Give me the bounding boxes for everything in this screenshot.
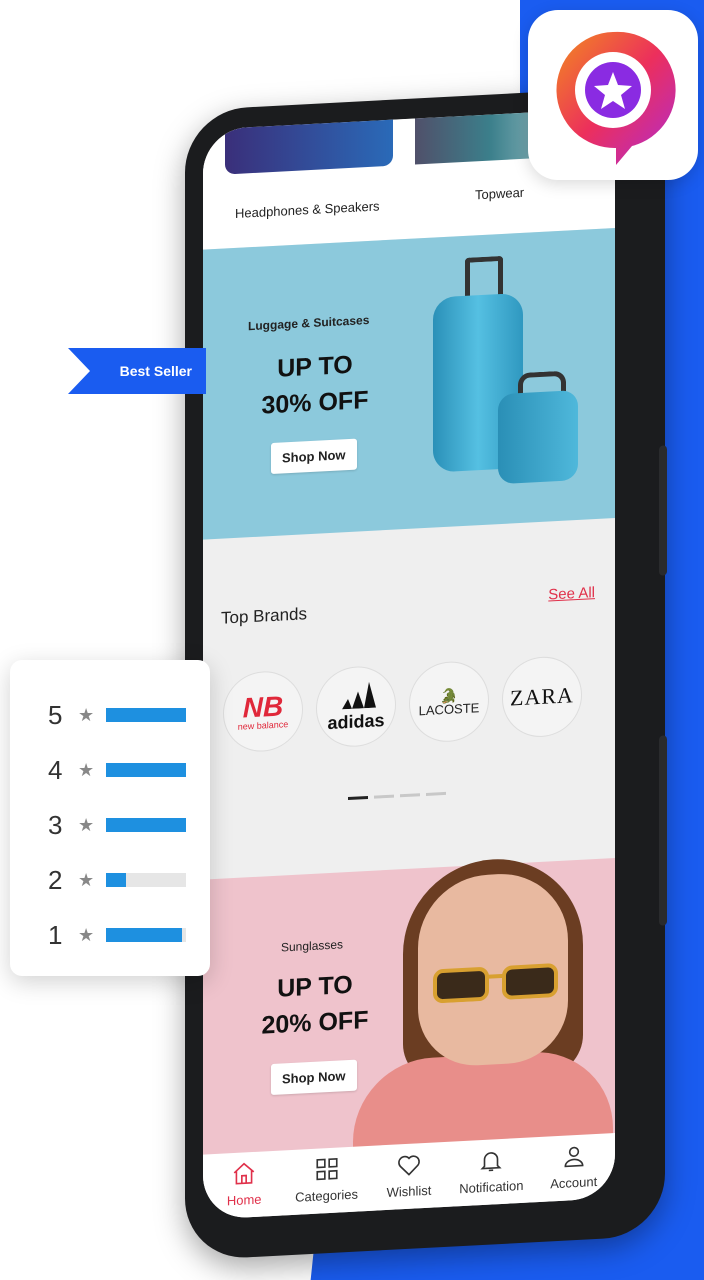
shop-now-button[interactable]: Shop Now	[271, 1059, 357, 1096]
rating-bar	[106, 873, 186, 887]
tab-account[interactable]: Account	[534, 1141, 614, 1192]
star-icon: ★	[78, 869, 95, 890]
brand-label-new-balance: new balance	[237, 718, 289, 732]
category-label-topwear[interactable]: Topwear	[475, 185, 524, 203]
rating-number: 4	[48, 754, 63, 785]
luggage-banner[interactable]: Luggage & Suitcases UP TO 30% OFF Shop N…	[203, 228, 615, 540]
brand-label-lacoste: LACOSTE	[418, 699, 480, 718]
rating-fill	[106, 818, 186, 832]
brand-zara[interactable]: ZARA	[502, 654, 582, 739]
rating-fill	[106, 708, 186, 722]
rating-bar	[106, 763, 186, 777]
tab-label: Home	[226, 1191, 262, 1209]
phone-frame: Headphones & Speakers Topwear Luggage & …	[185, 85, 667, 1261]
banner-headline: UP TO 20% OFF	[240, 965, 390, 1045]
tab-label: Categories	[295, 1186, 359, 1205]
rating-row: 5 ★	[48, 695, 186, 735]
headline-line2: 30% OFF	[261, 385, 369, 420]
banner-subtitle: Sunglasses	[281, 937, 344, 955]
carousel-indicator	[348, 791, 446, 801]
tab-home[interactable]: Home	[204, 1158, 284, 1209]
banner-subtitle: Luggage & Suitcases	[248, 312, 370, 334]
star-icon: ★	[78, 704, 95, 725]
sunglasses-banner[interactable]: Sunglasses UP TO 20% OFF Shop Now	[203, 854, 615, 1182]
tab-label: Notification	[459, 1177, 524, 1197]
rating-bar	[106, 818, 186, 832]
brand-lacoste[interactable]: 🐊 LACOSTE	[409, 659, 489, 744]
rating-row: 2 ★	[48, 860, 186, 900]
rating-fill	[106, 928, 182, 942]
category-image-headphones[interactable]	[225, 109, 393, 175]
rating-row: 4 ★	[48, 750, 186, 790]
app-icon[interactable]	[528, 10, 698, 180]
grid-icon	[316, 1158, 338, 1181]
bell-icon	[480, 1152, 502, 1172]
rating-number: 5	[48, 699, 63, 730]
carousel-dot[interactable]	[348, 795, 368, 801]
sunglasses-image	[433, 963, 558, 1004]
star-icon: ★	[78, 814, 95, 835]
bag-image	[498, 389, 578, 485]
new-balance-logo: NB	[242, 689, 284, 724]
carousel-dot[interactable]	[426, 791, 446, 796]
home-icon	[233, 1162, 255, 1185]
banner-headline: UP TO 30% OFF	[240, 345, 390, 425]
top-brands-title: Top Brands	[221, 604, 307, 628]
rating-number: 1	[48, 919, 63, 950]
best-seller-tag: Best Seller	[68, 348, 206, 394]
rating-row: 1 ★	[48, 915, 186, 955]
side-button	[659, 445, 667, 576]
brand-new-balance[interactable]: NB new balance	[223, 669, 303, 754]
app-screen: Headphones & Speakers Topwear Luggage & …	[203, 108, 615, 1220]
side-button-2	[659, 735, 667, 926]
app-logo-icon	[556, 31, 676, 166]
tab-label: Wishlist	[386, 1182, 432, 1201]
tab-wishlist[interactable]: Wishlist	[369, 1150, 449, 1201]
star-icon: ★	[78, 924, 95, 945]
tab-notification[interactable]: Notification	[451, 1145, 531, 1196]
brand-label-zara: ZARA	[510, 682, 574, 711]
category-label-headphones[interactable]: Headphones & Speakers	[235, 198, 380, 221]
rating-row: 3 ★	[48, 805, 186, 845]
rating-card: 5 ★ 4 ★ 3 ★ 2 ★ 1 ★	[10, 660, 210, 976]
rating-number: 3	[48, 809, 63, 840]
carousel-dot[interactable]	[400, 793, 420, 798]
brand-label-adidas: adidas	[327, 710, 385, 734]
see-all-link[interactable]: See All	[548, 584, 595, 603]
rating-fill	[106, 763, 186, 777]
headline-line2: 20% OFF	[261, 1005, 369, 1040]
user-icon	[564, 1146, 584, 1168]
carousel-dot[interactable]	[374, 794, 394, 799]
rating-bar	[106, 928, 186, 942]
rating-bar	[106, 708, 186, 722]
rating-number: 2	[48, 864, 63, 895]
tab-label: Account	[550, 1173, 598, 1192]
adidas-logo-icon	[342, 681, 376, 710]
star-icon: ★	[78, 759, 95, 780]
brand-adidas[interactable]: adidas	[316, 664, 396, 749]
tab-categories[interactable]: Categories	[287, 1154, 367, 1205]
rating-fill	[106, 873, 126, 887]
shop-now-button[interactable]: Shop Now	[271, 438, 357, 475]
heart-icon	[398, 1155, 420, 1176]
